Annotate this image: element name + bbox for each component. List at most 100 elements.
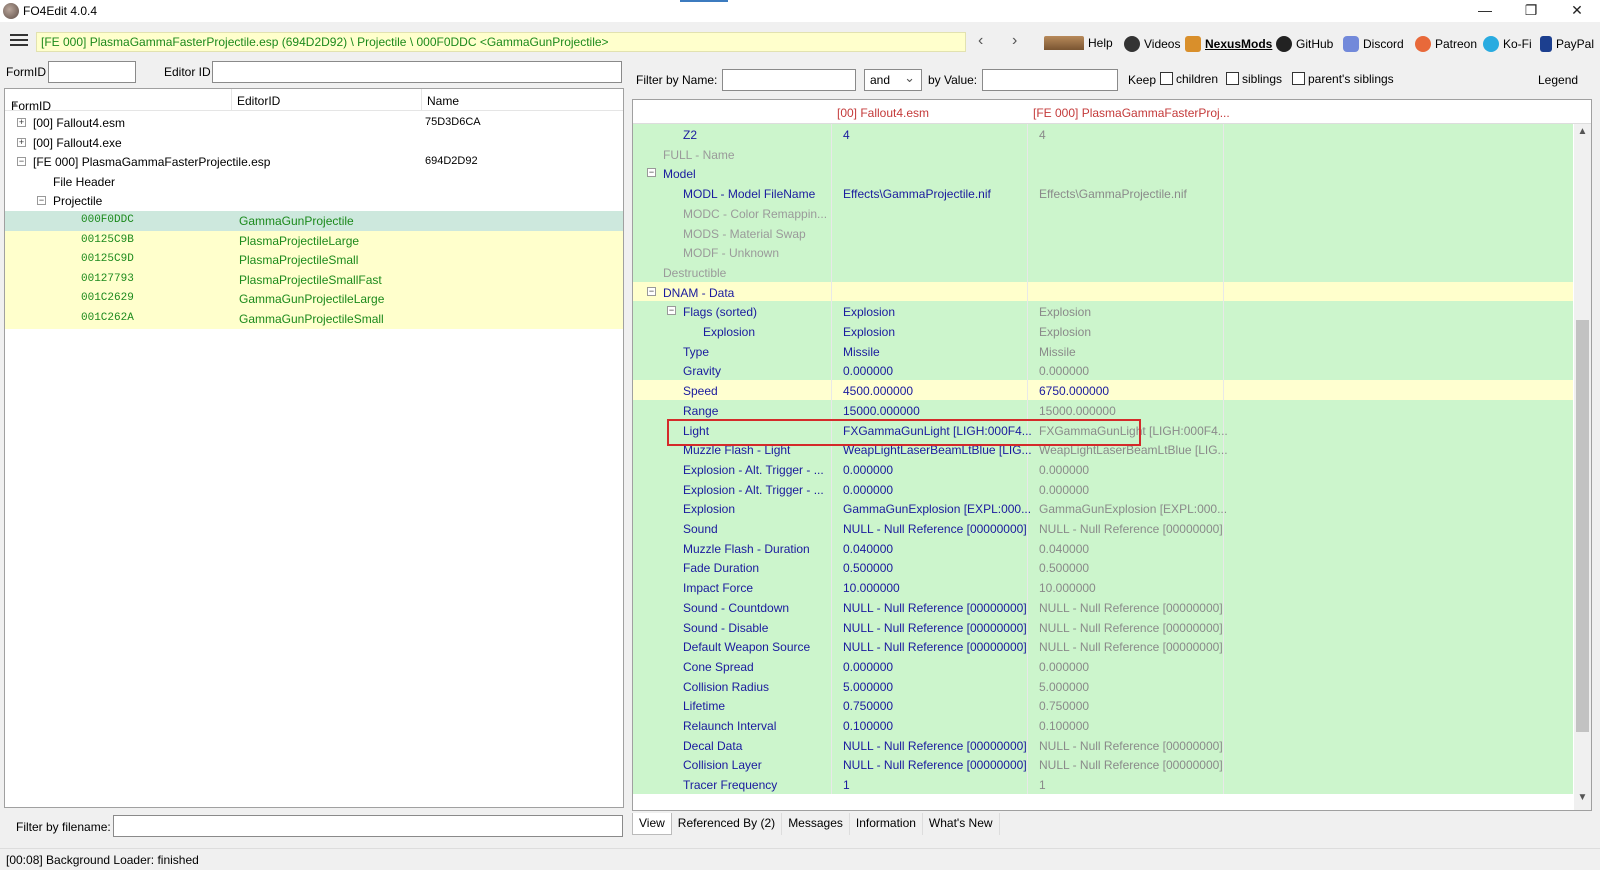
tree-row[interactable]: + [00] Fallout4.exe [5, 133, 623, 153]
grid-row[interactable]: FULL - Name [633, 143, 1573, 164]
master-value[interactable]: NULL - Null Reference [00000000] [843, 522, 1027, 536]
master-value[interactable]: 4500.000000 [843, 384, 913, 398]
master-value[interactable]: Explosion [843, 325, 895, 339]
filter-value-input[interactable] [982, 69, 1118, 91]
master-value[interactable]: 0.000000 [843, 483, 893, 497]
record-tree[interactable]: FormID ▲ EditorID Name + [00] Fallout4.es… [4, 88, 624, 808]
close-button[interactable]: ✕ [1554, 0, 1600, 22]
tree-row[interactable]: 00127793 PlasmaProjectileSmallFast [5, 269, 623, 290]
master-value[interactable]: 0.100000 [843, 719, 893, 733]
master-value[interactable]: Explosion [843, 305, 895, 319]
collapse-toggle-icon[interactable]: − [667, 306, 676, 316]
master-value[interactable]: Effects\GammaProjectile.nif [843, 187, 991, 201]
master-value[interactable]: 0.000000 [843, 463, 893, 477]
tab-referenced-by[interactable]: Referenced By (2) [672, 813, 783, 835]
parents-siblings-checkbox[interactable]: parent's siblings [1292, 72, 1394, 86]
tab-messages[interactable]: Messages [782, 813, 850, 835]
grid-row[interactable]: Relaunch Interval 0.100000 0.100000 [633, 715, 1573, 735]
siblings-checkbox[interactable]: siblings [1226, 72, 1282, 86]
grid-row[interactable]: Explosion GammaGunExplosion [EXPL:000... G… [633, 498, 1573, 519]
plugin-value[interactable]: 0.000000 [1039, 463, 1089, 477]
grid-row[interactable]: Sound - Disable NULL - Null Reference [00… [633, 616, 1573, 637]
kofi-link[interactable]: Ko-Fi [1483, 36, 1532, 52]
logic-select[interactable]: and [864, 69, 922, 91]
plugin-value[interactable]: NULL - Null Reference [00000000] [1039, 522, 1223, 536]
tree-row[interactable]: 00125C9D PlasmaProjectileSmall [5, 250, 623, 271]
tree-row[interactable]: 001C2629 GammaGunProjectileLarge [5, 289, 623, 310]
expand-toggle-icon[interactable]: + [17, 118, 26, 127]
scroll-down-icon[interactable]: ▼ [1574, 792, 1591, 808]
editorid-input[interactable] [212, 61, 622, 83]
grid-row[interactable]: − Flags (sorted) Explosion Explosion [633, 301, 1573, 322]
plugin-value[interactable]: NULL - Null Reference [00000000] [1039, 739, 1223, 753]
nexusmods-link[interactable]: NexusMods [1185, 36, 1272, 52]
column-plugin[interactable]: [FE 000] PlasmaGammaFasterProj... [1033, 106, 1230, 120]
master-value[interactable]: 10.000000 [843, 581, 900, 595]
grid-row[interactable]: Collision Radius 5.000000 5.000000 [633, 675, 1573, 696]
tab-information[interactable]: Information [850, 813, 923, 835]
grid-row[interactable]: MODC - Color Remappin... [633, 202, 1573, 223]
plugin-value[interactable]: 0.040000 [1039, 542, 1089, 556]
grid-row[interactable]: Sound NULL - Null Reference [00000000] NUL… [633, 518, 1573, 538]
grid-row[interactable]: Explosion Explosion Explosion [633, 321, 1573, 341]
plugin-value[interactable]: NULL - Null Reference [00000000] [1039, 758, 1223, 772]
menu-icon[interactable] [10, 34, 28, 46]
grid-row[interactable]: Default Weapon Source NULL - Null Referen… [633, 636, 1573, 657]
column-master[interactable]: [00] Fallout4.esm [837, 106, 929, 120]
minimize-button[interactable]: — [1462, 0, 1508, 22]
tree-row[interactable]: − [FE 000] PlasmaGammaFasterProjectile.es… [5, 152, 623, 172]
grid-row[interactable]: Explosion - Alt. Trigger - ... 0.000000 0.… [633, 458, 1573, 479]
tab-view[interactable]: View [632, 813, 672, 835]
filter-name-input[interactable] [722, 69, 856, 91]
tree-row[interactable]: 00125C9B PlasmaProjectileLarge [5, 230, 623, 251]
plugin-value[interactable]: 1 [1039, 778, 1046, 792]
collapse-toggle-icon[interactable]: − [647, 168, 656, 178]
plugin-value[interactable]: Explosion [1039, 325, 1091, 339]
master-value[interactable]: NULL - Null Reference [00000000] [843, 621, 1027, 635]
master-value[interactable]: NULL - Null Reference [00000000] [843, 601, 1027, 615]
master-value[interactable]: 0.750000 [843, 699, 893, 713]
filename-filter-input[interactable] [113, 815, 623, 837]
grid-row[interactable]: Muzzle Flash - Duration 0.040000 0.040000 [633, 537, 1573, 558]
column-editorid[interactable]: EditorID [237, 94, 280, 108]
tree-row[interactable]: 000F0DDC GammaGunProjectile [5, 211, 623, 231]
grid-row[interactable]: Collision Layer NULL - Null Reference [00… [633, 754, 1573, 775]
plugin-value[interactable]: GammaGunExplosion [EXPL:000... [1039, 502, 1227, 516]
grid-row[interactable]: Fade Duration 0.500000 0.500000 [633, 557, 1573, 578]
plugin-value[interactable]: 15000.000000 [1039, 404, 1116, 418]
scroll-up-icon[interactable]: ▲ [1574, 126, 1591, 142]
plugin-value[interactable]: 0.000000 [1039, 660, 1089, 674]
master-value[interactable]: 15000.000000 [843, 404, 920, 418]
master-value[interactable]: Missile [843, 345, 880, 359]
master-value[interactable]: GammaGunExplosion [EXPL:000... [843, 502, 1031, 516]
tree-row[interactable]: File Header [5, 172, 623, 192]
grid-row[interactable]: Explosion - Alt. Trigger - ... 0.000000 0.… [633, 478, 1573, 499]
master-value[interactable]: 5.000000 [843, 680, 893, 694]
forward-button[interactable]: › [1012, 32, 1017, 50]
plugin-value[interactable]: Explosion [1039, 305, 1091, 319]
discord-link[interactable]: Discord [1343, 36, 1404, 52]
expand-toggle-icon[interactable]: + [17, 137, 26, 147]
tree-row[interactable]: 001C262A GammaGunProjectileSmall [5, 309, 623, 329]
plugin-value[interactable]: 0.750000 [1039, 699, 1089, 713]
plugin-value[interactable]: 6750.000000 [1039, 384, 1109, 398]
plugin-value[interactable]: 0.100000 [1039, 719, 1089, 733]
help-link[interactable]: Help [1044, 36, 1113, 50]
tab-whats-new[interactable]: What's New [923, 813, 1000, 835]
grid-row[interactable]: MODS - Material Swap [633, 222, 1573, 243]
back-button[interactable]: ‹ [978, 32, 983, 50]
grid-row[interactable]: Cone Spread 0.000000 0.000000 [633, 655, 1573, 676]
master-value[interactable]: 0.040000 [843, 542, 893, 556]
grid-scrollbar[interactable]: ▲ ▼ [1574, 124, 1591, 810]
plugin-value[interactable]: NULL - Null Reference [00000000] [1039, 601, 1223, 615]
plugin-value[interactable]: NULL - Null Reference [00000000] [1039, 621, 1223, 635]
children-checkbox[interactable]: children [1160, 72, 1218, 86]
expand-toggle-icon[interactable]: − [17, 157, 26, 167]
tree-row[interactable]: + [00] Fallout4.esm 75D3D6CA [5, 113, 623, 133]
master-value[interactable]: 0.500000 [843, 561, 893, 575]
grid-row[interactable]: Type Missile Missile [633, 340, 1573, 361]
master-value[interactable]: 0.000000 [843, 364, 893, 378]
master-value[interactable]: 0.000000 [843, 660, 893, 674]
grid-row[interactable]: Gravity 0.000000 0.000000 [633, 360, 1573, 381]
restore-button[interactable]: ❐ [1508, 0, 1554, 22]
